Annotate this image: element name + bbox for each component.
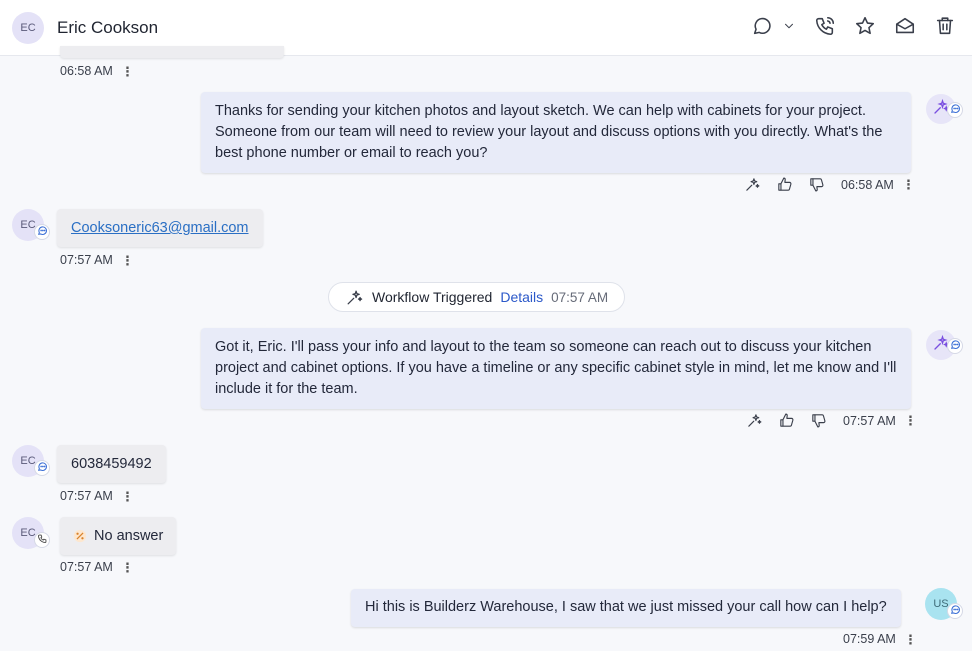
- chat-channel-badge: [34, 224, 50, 240]
- message-menu-button[interactable]: ⋮: [121, 254, 134, 267]
- chat-icon: [950, 337, 961, 355]
- message-time: 07:57 AM: [60, 560, 113, 574]
- message-time: 07:57 AM: [60, 253, 113, 267]
- message-bubble-incoming: 6038459492: [57, 445, 166, 483]
- message-time: 07:57 AM: [60, 489, 113, 503]
- envelope-icon: [894, 15, 916, 42]
- chat-icon: [37, 223, 48, 241]
- chat-channel-badge: [947, 603, 963, 619]
- message-bubble-outgoing: Got it, Eric. I'll pass your info and la…: [201, 328, 911, 409]
- email-link[interactable]: Cooksoneric63@gmail.com: [71, 220, 249, 236]
- channel-dropdown-button[interactable]: [780, 14, 798, 42]
- channel-select-button[interactable]: [747, 14, 777, 42]
- call-status-text: No answer: [94, 527, 164, 544]
- message-text: 6038459492: [71, 456, 152, 472]
- star-icon: [854, 15, 876, 42]
- call-status-bubble: No answer: [60, 517, 177, 555]
- ai-sparkles-icon[interactable]: [746, 412, 763, 429]
- delete-button[interactable]: [931, 14, 959, 42]
- workflow-label: Workflow Triggered: [372, 289, 493, 305]
- trash-icon: [934, 15, 956, 42]
- ai-sparkles-icon[interactable]: [744, 176, 761, 193]
- message-time: 07:59 AM: [843, 632, 896, 646]
- thumbs-up-icon[interactable]: [778, 412, 795, 429]
- chat-channel-badge: [34, 460, 50, 476]
- message-menu-button[interactable]: ⋮: [904, 414, 917, 427]
- message-time: 06:58 AM: [841, 177, 894, 192]
- message-text: Hi this is Builderz Warehouse, I saw tha…: [365, 599, 887, 615]
- message-actions: 06:58 AM ⋮: [744, 176, 915, 193]
- message-bubble-outgoing: Thanks for sending your kitchen photos a…: [201, 92, 911, 173]
- workflow-details-link[interactable]: Details: [500, 289, 543, 305]
- chat-channel-badge: [947, 102, 963, 118]
- message-thread[interactable]: 06:58 AM ⋮ Thanks for sending your kitch…: [0, 46, 972, 651]
- chat-icon: [950, 101, 961, 119]
- contact-name: Eric Cookson: [57, 18, 159, 37]
- message-bubble-partial: [60, 46, 284, 58]
- message-menu-button[interactable]: ⋮: [121, 490, 134, 503]
- email-button[interactable]: [891, 14, 919, 42]
- chevron-down-icon: [782, 19, 796, 38]
- workflow-time: 07:57 AM: [551, 289, 609, 305]
- call-button[interactable]: [811, 14, 839, 42]
- chat-icon: [950, 602, 961, 620]
- message-menu-button[interactable]: ⋮: [121, 561, 134, 574]
- workflow-sparkles-icon: [345, 288, 364, 307]
- message-time: 07:57 AM: [843, 413, 896, 428]
- message-time: 06:58 AM: [60, 64, 113, 78]
- message-actions: 07:57 AM ⋮: [746, 412, 917, 429]
- star-button[interactable]: [851, 14, 879, 42]
- chat-bubble-icon: [751, 15, 773, 42]
- thumbs-down-icon[interactable]: [810, 412, 827, 429]
- message-meta: 07:59 AM ⋮: [843, 632, 917, 646]
- message-text: Got it, Eric. I'll pass your info and la…: [215, 339, 897, 397]
- chat-icon: [37, 459, 48, 477]
- message-menu-button[interactable]: ⋮: [904, 633, 917, 646]
- thumbs-down-icon[interactable]: [808, 176, 825, 193]
- phone-icon: [814, 15, 836, 42]
- call-channel-badge: [34, 532, 50, 548]
- phone-icon: [37, 531, 48, 549]
- message-meta: 07:57 AM ⋮: [60, 489, 134, 503]
- message-menu-button[interactable]: ⋮: [121, 65, 134, 78]
- message-meta: 07:57 AM ⋮: [60, 560, 134, 574]
- chat-channel-badge: [947, 338, 963, 354]
- thumbs-up-icon[interactable]: [776, 176, 793, 193]
- workflow-event-pill: Workflow Triggered Details 07:57 AM: [328, 282, 626, 312]
- message-bubble-outgoing: Hi this is Builderz Warehouse, I saw tha…: [351, 589, 901, 627]
- contact-avatar: EC: [12, 12, 44, 44]
- message-meta: 06:58 AM ⋮: [60, 64, 134, 78]
- message-menu-button[interactable]: ⋮: [902, 178, 915, 191]
- missed-call-icon: [73, 529, 87, 543]
- message-text: Thanks for sending your kitchen photos a…: [215, 103, 883, 161]
- message-bubble-incoming: Cooksoneric63@gmail.com: [57, 209, 263, 247]
- message-meta: 07:57 AM ⋮: [60, 253, 134, 267]
